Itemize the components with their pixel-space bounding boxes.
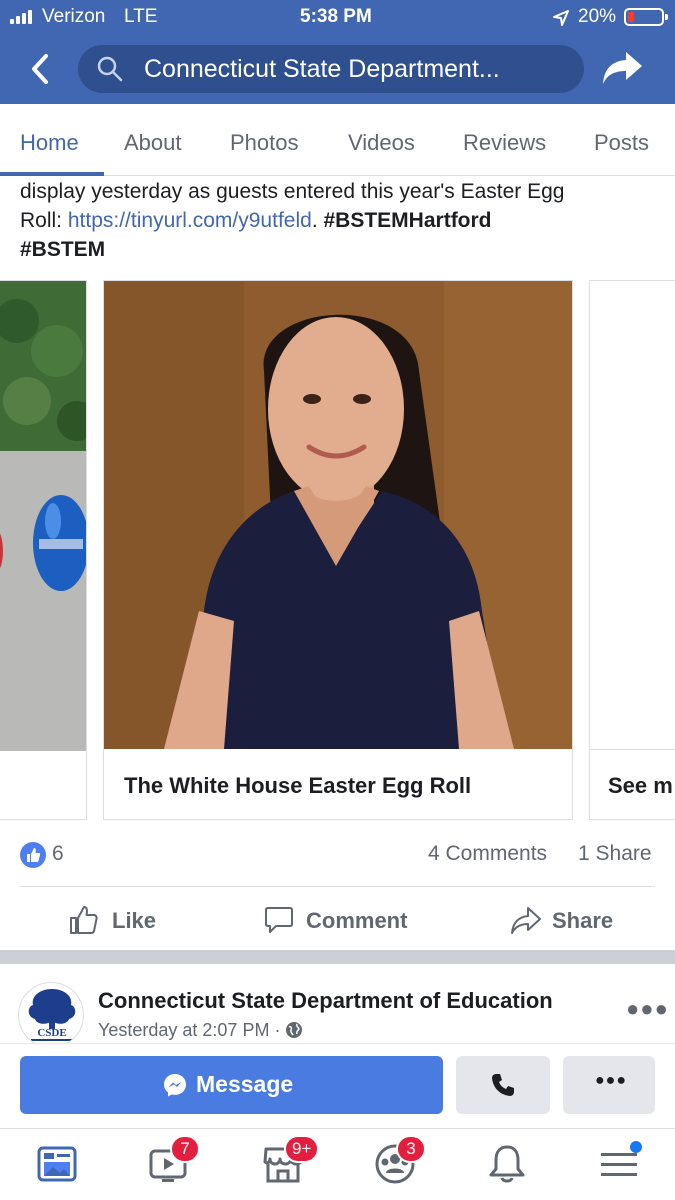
globe-icon — [286, 1022, 303, 1038]
battery-percent: 20% — [578, 6, 617, 27]
groups-tab[interactable]: 3 — [374, 1135, 426, 1185]
comment-label: Comment — [306, 908, 408, 933]
top-bar: Verizon LTE 5:38 PM 20% Connecticut Stat… — [0, 0, 675, 104]
menu-notification-dot — [630, 1141, 642, 1153]
post-text-line: Roll: https://tinyurl.com/y9utfeld. #BST… — [20, 206, 492, 235]
comment-button[interactable]: Comment — [264, 902, 424, 938]
share-button[interactable]: Share — [510, 902, 630, 938]
tab-home[interactable]: Home — [20, 130, 79, 156]
share-arrow-icon — [511, 907, 541, 934]
tab-reviews[interactable]: Reviews — [463, 130, 546, 156]
student-portrait-photo — [104, 281, 572, 749]
hashtag-link[interactable]: #BSTEM — [20, 235, 105, 264]
call-button[interactable] — [456, 1056, 550, 1114]
message-label: Message — [196, 1071, 294, 1097]
like-label: Like — [112, 908, 157, 933]
easter-egg-photo — [0, 281, 86, 751]
bottom-navigation: 7 9+ 3 — [0, 1128, 675, 1200]
search-icon — [97, 56, 123, 82]
phone-icon — [492, 1074, 514, 1096]
like-reaction-icon[interactable] — [20, 842, 46, 868]
post-page-name[interactable]: Connecticut State Department of Educatio… — [98, 988, 553, 1014]
tab-photos[interactable]: Photos — [230, 130, 299, 156]
comments-count[interactable]: 4 Comments — [428, 842, 547, 866]
messenger-icon — [164, 1074, 186, 1097]
see-more-title[interactable]: See m — [608, 773, 673, 799]
page-tabs: Home About Photos Videos Reviews Posts — [0, 104, 675, 176]
carousel-card-center[interactable]: The White House Easter Egg Roll — [103, 280, 573, 820]
message-action-bar: Message ●●● — [0, 1044, 675, 1128]
page-avatar[interactable]: CSDE — [18, 982, 84, 1048]
active-tab-indicator — [0, 172, 104, 176]
comment-bubble-icon — [265, 907, 293, 933]
post-link[interactable]: https://tinyurl.com/y9utfeld — [68, 209, 312, 232]
tab-posts[interactable]: Posts — [594, 130, 649, 156]
share-icon[interactable] — [600, 48, 644, 88]
post-options-icon[interactable]: ●●● — [626, 996, 669, 1022]
watch-badge: 7 — [170, 1135, 200, 1163]
carousel-card-right[interactable]: See m — [589, 280, 675, 820]
location-arrow-icon — [553, 10, 569, 26]
likes-count[interactable]: 6 — [52, 842, 64, 866]
clock: 5:38 PM — [300, 6, 372, 27]
feed-separator — [0, 950, 675, 964]
carrier: Verizon — [42, 6, 106, 27]
csde-logo-icon: CSDE — [28, 989, 76, 1041]
post-text-line: display yesterday as guests entered this… — [20, 180, 565, 203]
post-text: Roll: — [20, 209, 68, 232]
like-button[interactable]: Like — [68, 902, 168, 938]
share-label: Share — [552, 908, 614, 933]
hashtag-link[interactable]: #BSTEMHartford — [324, 209, 492, 232]
svg-text:CSDE: CSDE — [37, 1027, 66, 1039]
post-time-text: Yesterday at 2:07 PM · — [98, 1020, 286, 1040]
watch-tab[interactable]: 7 — [148, 1135, 200, 1185]
tab-videos[interactable]: Videos — [348, 130, 415, 156]
card-divider — [590, 749, 675, 750]
post-text: . — [311, 209, 318, 232]
thumbs-up-icon — [70, 906, 98, 934]
signal-icon — [10, 10, 36, 24]
carousel-card-title[interactable]: The White House Easter Egg Roll — [124, 773, 471, 799]
back-arrow-icon[interactable] — [26, 52, 56, 86]
divider — [20, 886, 655, 887]
message-button[interactable]: Message — [20, 1056, 443, 1114]
more-options-button[interactable]: ●●● — [563, 1056, 655, 1114]
marketplace-tab[interactable]: 9+ — [262, 1135, 320, 1185]
groups-badge: 3 — [396, 1135, 426, 1163]
tab-about[interactable]: About — [124, 130, 182, 156]
search-text: Connecticut State Department... — [144, 55, 500, 83]
battery-icon — [624, 8, 668, 26]
marketplace-badge: 9+ — [284, 1135, 320, 1163]
carousel-card-left[interactable] — [0, 280, 87, 820]
network-type: LTE — [124, 6, 158, 27]
search-field[interactable]: Connecticut State Department... — [78, 45, 584, 93]
post-timestamp[interactable]: Yesterday at 2:07 PM · — [98, 1020, 303, 1041]
more-dots-icon: ●●● — [595, 1072, 627, 1089]
news-feed-icon[interactable] — [36, 1143, 78, 1185]
shares-count[interactable]: 1 Share — [578, 842, 652, 866]
notifications-bell-icon[interactable] — [486, 1143, 528, 1185]
